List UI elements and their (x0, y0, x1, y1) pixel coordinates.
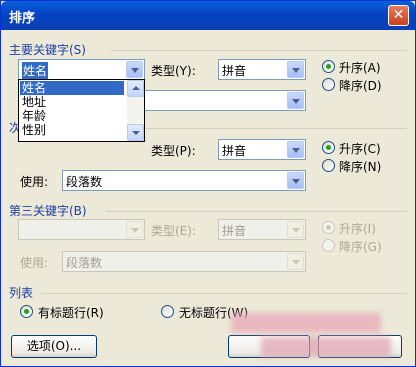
tertiary-type-select[interactable]: 拼音 (218, 219, 306, 240)
chevron-down-icon[interactable] (126, 61, 143, 78)
primary-descending-label: 降序(D) (339, 79, 382, 93)
dropdown-option[interactable]: 姓名 (20, 81, 124, 95)
chevron-down-icon[interactable] (287, 61, 304, 78)
tertiary-key-heading: 第三关键字(B) (9, 204, 87, 218)
tertiary-field-select[interactable] (18, 219, 145, 240)
tertiary-use-select[interactable]: 段落数 (62, 251, 306, 272)
secondary-ascending-radio[interactable] (322, 141, 335, 154)
primary-ascending-radio[interactable] (322, 60, 335, 73)
secondary-descending-radio[interactable] (322, 159, 335, 172)
tertiary-descending-radio[interactable] (322, 239, 335, 252)
primary-divider (111, 50, 407, 51)
secondary-type-label: 类型(P): (151, 144, 196, 158)
chevron-down-icon[interactable] (287, 172, 304, 189)
primary-descending-radio[interactable] (322, 78, 335, 91)
chevron-down-icon[interactable] (287, 92, 304, 109)
close-icon[interactable]: ✕ (388, 5, 409, 26)
window-title: 排序 (9, 11, 36, 26)
dropdown-option[interactable]: 性别 (20, 123, 124, 137)
list-divider (41, 293, 407, 294)
dropdown-option[interactable]: 地址 (20, 95, 124, 109)
dropdown-scrollbar[interactable] (127, 80, 144, 141)
has-header-row-label: 有标题行(R) (38, 306, 104, 320)
title-bar[interactable]: 排序 ✕ (1, 1, 415, 30)
secondary-type-value: 拼音 (222, 144, 247, 158)
tertiary-divider (106, 211, 407, 212)
has-header-row-radio[interactable] (20, 305, 33, 318)
chevron-down-icon[interactable] (287, 141, 304, 158)
tertiary-ascending-label: 升序(I) (339, 222, 376, 236)
secondary-divider (146, 128, 407, 129)
no-header-row-radio[interactable] (161, 305, 174, 318)
secondary-use-label: 使用: (20, 175, 49, 189)
primary-key-heading: 主要关键字(S) (9, 43, 86, 57)
secondary-use-select[interactable]: 段落数 (62, 170, 306, 191)
chevron-down-icon (287, 253, 304, 270)
list-heading: 列表 (9, 286, 34, 300)
tertiary-use-value: 段落数 (66, 256, 103, 270)
tertiary-descending-label: 降序(G) (339, 240, 382, 254)
tertiary-use-label: 使用: (20, 256, 49, 270)
primary-field-value: 姓名 (22, 62, 49, 79)
tertiary-ascending-radio[interactable] (322, 221, 335, 234)
primary-ascending-label: 升序(A) (339, 61, 381, 75)
options-button[interactable]: 选项(O)... (11, 335, 97, 358)
redaction-blur (231, 313, 381, 333)
chevron-down-icon (126, 221, 143, 238)
chevron-down-icon (287, 221, 304, 238)
dropdown-option[interactable]: 年龄 (20, 109, 124, 123)
scroll-up-icon[interactable] (127, 80, 144, 97)
tertiary-type-label: 类型(E): (151, 224, 196, 238)
redaction-blur (261, 337, 391, 357)
primary-type-select[interactable]: 拼音 (218, 59, 306, 80)
scroll-down-icon[interactable] (127, 124, 144, 141)
sort-dialog: 排序 ✕ 主要关键字(S) 姓名 类型(Y): 拼音 升序(A) 降序(D) 次… (0, 0, 416, 367)
primary-type-value: 拼音 (222, 64, 247, 78)
primary-type-label: 类型(Y): (151, 64, 196, 78)
primary-field-select[interactable]: 姓名 (18, 59, 145, 80)
secondary-descending-label: 降序(N) (339, 160, 382, 174)
primary-field-dropdown-list: 姓名 地址 年龄 性别 (18, 79, 145, 142)
tertiary-type-value: 拼音 (222, 224, 247, 238)
secondary-type-select[interactable]: 拼音 (218, 139, 306, 160)
secondary-use-value: 段落数 (66, 175, 103, 189)
secondary-ascending-label: 升序(C) (339, 142, 381, 156)
